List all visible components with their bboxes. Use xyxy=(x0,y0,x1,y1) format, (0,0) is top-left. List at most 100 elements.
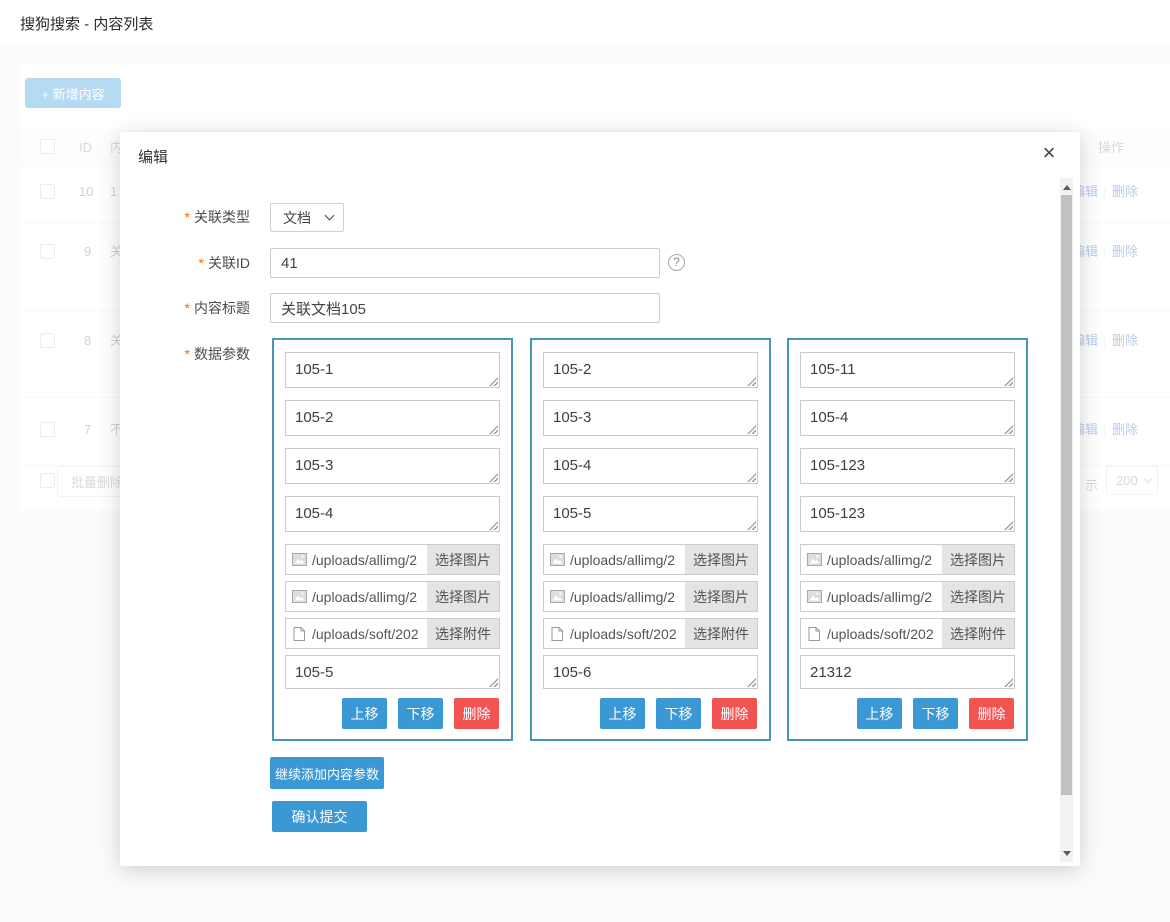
resize-handle-icon[interactable] xyxy=(1004,521,1013,530)
param-textarea[interactable]: 105-4 xyxy=(800,400,1015,436)
panel-buttons: 上移 下移 删除 xyxy=(543,698,758,729)
param-textarea[interactable]: 105-6 xyxy=(543,655,758,689)
choose-image-button[interactable]: 选择图片 xyxy=(942,545,1014,574)
resize-handle-icon[interactable] xyxy=(1004,425,1013,434)
required-asterisk: * xyxy=(199,255,204,271)
param-text: 105-4 xyxy=(553,457,591,474)
field-label-content-title: *内容标题 xyxy=(120,293,250,323)
resize-handle-icon[interactable] xyxy=(489,425,498,434)
resize-handle-icon[interactable] xyxy=(747,473,756,482)
resize-handle-icon[interactable] xyxy=(1004,377,1013,386)
add-params-button[interactable]: 继续添加内容参数 xyxy=(270,757,384,789)
resize-handle-icon[interactable] xyxy=(489,521,498,530)
param-textarea[interactable]: 105-2 xyxy=(285,400,500,436)
attachment-path-field[interactable]: /uploads/soft/202 选择附件 xyxy=(285,618,500,649)
choose-attachment-button[interactable]: 选择附件 xyxy=(942,619,1014,648)
param-text: 21312 xyxy=(810,664,852,681)
attachment-path-field[interactable]: /uploads/soft/202 选择附件 xyxy=(800,618,1015,649)
param-text: 105-4 xyxy=(810,409,848,426)
relation-id-input[interactable] xyxy=(270,248,660,278)
param-textarea[interactable]: 105-2 xyxy=(543,352,758,388)
choose-attachment-button[interactable]: 选择附件 xyxy=(427,619,499,648)
param-textarea[interactable]: 105-3 xyxy=(285,448,500,484)
attachment-path-text: /uploads/soft/202 xyxy=(312,626,427,642)
param-text: 105-123 xyxy=(810,505,865,522)
choose-attachment-button[interactable]: 选择附件 xyxy=(685,619,757,648)
choose-image-button[interactable]: 选择图片 xyxy=(942,582,1014,611)
move-up-button[interactable]: 上移 xyxy=(857,698,902,729)
image-path-text: /uploads/allimg/2 xyxy=(312,589,427,605)
param-textarea[interactable]: 105-5 xyxy=(543,496,758,532)
param-textarea[interactable]: 105-4 xyxy=(285,496,500,532)
scroll-down-arrow-icon[interactable] xyxy=(1060,846,1073,860)
attachment-path-text: /uploads/soft/202 xyxy=(827,626,942,642)
resize-handle-icon[interactable] xyxy=(747,521,756,530)
resize-handle-icon[interactable] xyxy=(489,473,498,482)
close-icon[interactable]: × xyxy=(1036,140,1062,166)
field-label-relation-type: *关联类型 xyxy=(120,203,250,232)
param-text: 105-4 xyxy=(295,505,333,522)
image-path-field[interactable]: /uploads/allimg/2 选择图片 xyxy=(285,544,500,575)
choose-image-button[interactable]: 选择图片 xyxy=(427,545,499,574)
choose-image-button[interactable]: 选择图片 xyxy=(427,582,499,611)
file-icon xyxy=(544,627,570,641)
image-icon xyxy=(544,590,570,603)
field-label-relation-id: *关联ID xyxy=(120,248,250,278)
resize-handle-icon[interactable] xyxy=(747,678,756,687)
resize-handle-icon[interactable] xyxy=(747,425,756,434)
param-text: 105-1 xyxy=(295,361,333,378)
attachment-path-field[interactable]: /uploads/soft/202 选择附件 xyxy=(543,618,758,649)
attachment-path-text: /uploads/soft/202 xyxy=(570,626,685,642)
move-down-button[interactable]: 下移 xyxy=(398,698,443,729)
image-path-field[interactable]: /uploads/allimg/2 选择图片 xyxy=(543,544,758,575)
content-title-input[interactable] xyxy=(270,293,660,323)
param-textarea[interactable]: 105-123 xyxy=(800,448,1015,484)
delete-button[interactable]: 删除 xyxy=(969,698,1014,729)
resize-handle-icon[interactable] xyxy=(747,377,756,386)
help-icon[interactable]: ? xyxy=(668,254,685,271)
image-path-text: /uploads/allimg/2 xyxy=(312,552,427,568)
file-icon xyxy=(801,627,827,641)
param-text: 105-5 xyxy=(553,505,591,522)
resize-handle-icon[interactable] xyxy=(1004,473,1013,482)
param-textarea[interactable]: 105-5 xyxy=(285,655,500,689)
param-textarea[interactable]: 21312 xyxy=(800,655,1015,689)
scrollbar-thumb[interactable] xyxy=(1061,195,1072,795)
delete-button[interactable]: 删除 xyxy=(454,698,499,729)
resize-handle-icon[interactable] xyxy=(1004,678,1013,687)
move-down-button[interactable]: 下移 xyxy=(913,698,958,729)
relation-type-value: 文档 xyxy=(283,208,311,228)
image-path-field[interactable]: /uploads/allimg/2 选择图片 xyxy=(800,581,1015,612)
image-path-field[interactable]: /uploads/allimg/2 选择图片 xyxy=(543,581,758,612)
param-text: 105-6 xyxy=(553,664,591,681)
resize-handle-icon[interactable] xyxy=(489,678,498,687)
chevron-down-icon xyxy=(325,211,335,221)
choose-image-button[interactable]: 选择图片 xyxy=(685,582,757,611)
resize-handle-icon[interactable] xyxy=(489,377,498,386)
submit-button[interactable]: 确认提交 xyxy=(272,801,367,832)
modal-scrollbar xyxy=(1060,178,1073,862)
page-title: 搜狗搜索 - 内容列表 xyxy=(20,13,153,34)
param-textarea[interactable]: 105-3 xyxy=(543,400,758,436)
param-textarea[interactable]: 105-11 xyxy=(800,352,1015,388)
param-textarea[interactable]: 105-123 xyxy=(800,496,1015,532)
image-path-text: /uploads/allimg/2 xyxy=(570,589,685,605)
move-down-button[interactable]: 下移 xyxy=(656,698,701,729)
relation-type-select[interactable]: 文档 xyxy=(270,203,344,232)
image-path-field[interactable]: /uploads/allimg/2 选择图片 xyxy=(800,544,1015,575)
delete-button[interactable]: 删除 xyxy=(712,698,757,729)
image-path-field[interactable]: /uploads/allimg/2 选择图片 xyxy=(285,581,500,612)
scroll-up-arrow-icon[interactable] xyxy=(1060,180,1073,194)
edit-dialog: 编辑 × *关联类型 文档 *关联ID ? *内容标题 *数据参数 105-1 … xyxy=(120,132,1080,866)
param-text: 105-3 xyxy=(553,409,591,426)
move-up-button[interactable]: 上移 xyxy=(342,698,387,729)
param-text: 105-5 xyxy=(295,664,333,681)
param-textarea[interactable]: 105-4 xyxy=(543,448,758,484)
param-text: 105-11 xyxy=(810,361,856,378)
move-up-button[interactable]: 上移 xyxy=(600,698,645,729)
choose-image-button[interactable]: 选择图片 xyxy=(685,545,757,574)
required-asterisk: * xyxy=(185,300,190,316)
file-icon xyxy=(286,627,312,641)
param-textarea[interactable]: 105-1 xyxy=(285,352,500,388)
param-text: 105-2 xyxy=(553,361,591,378)
